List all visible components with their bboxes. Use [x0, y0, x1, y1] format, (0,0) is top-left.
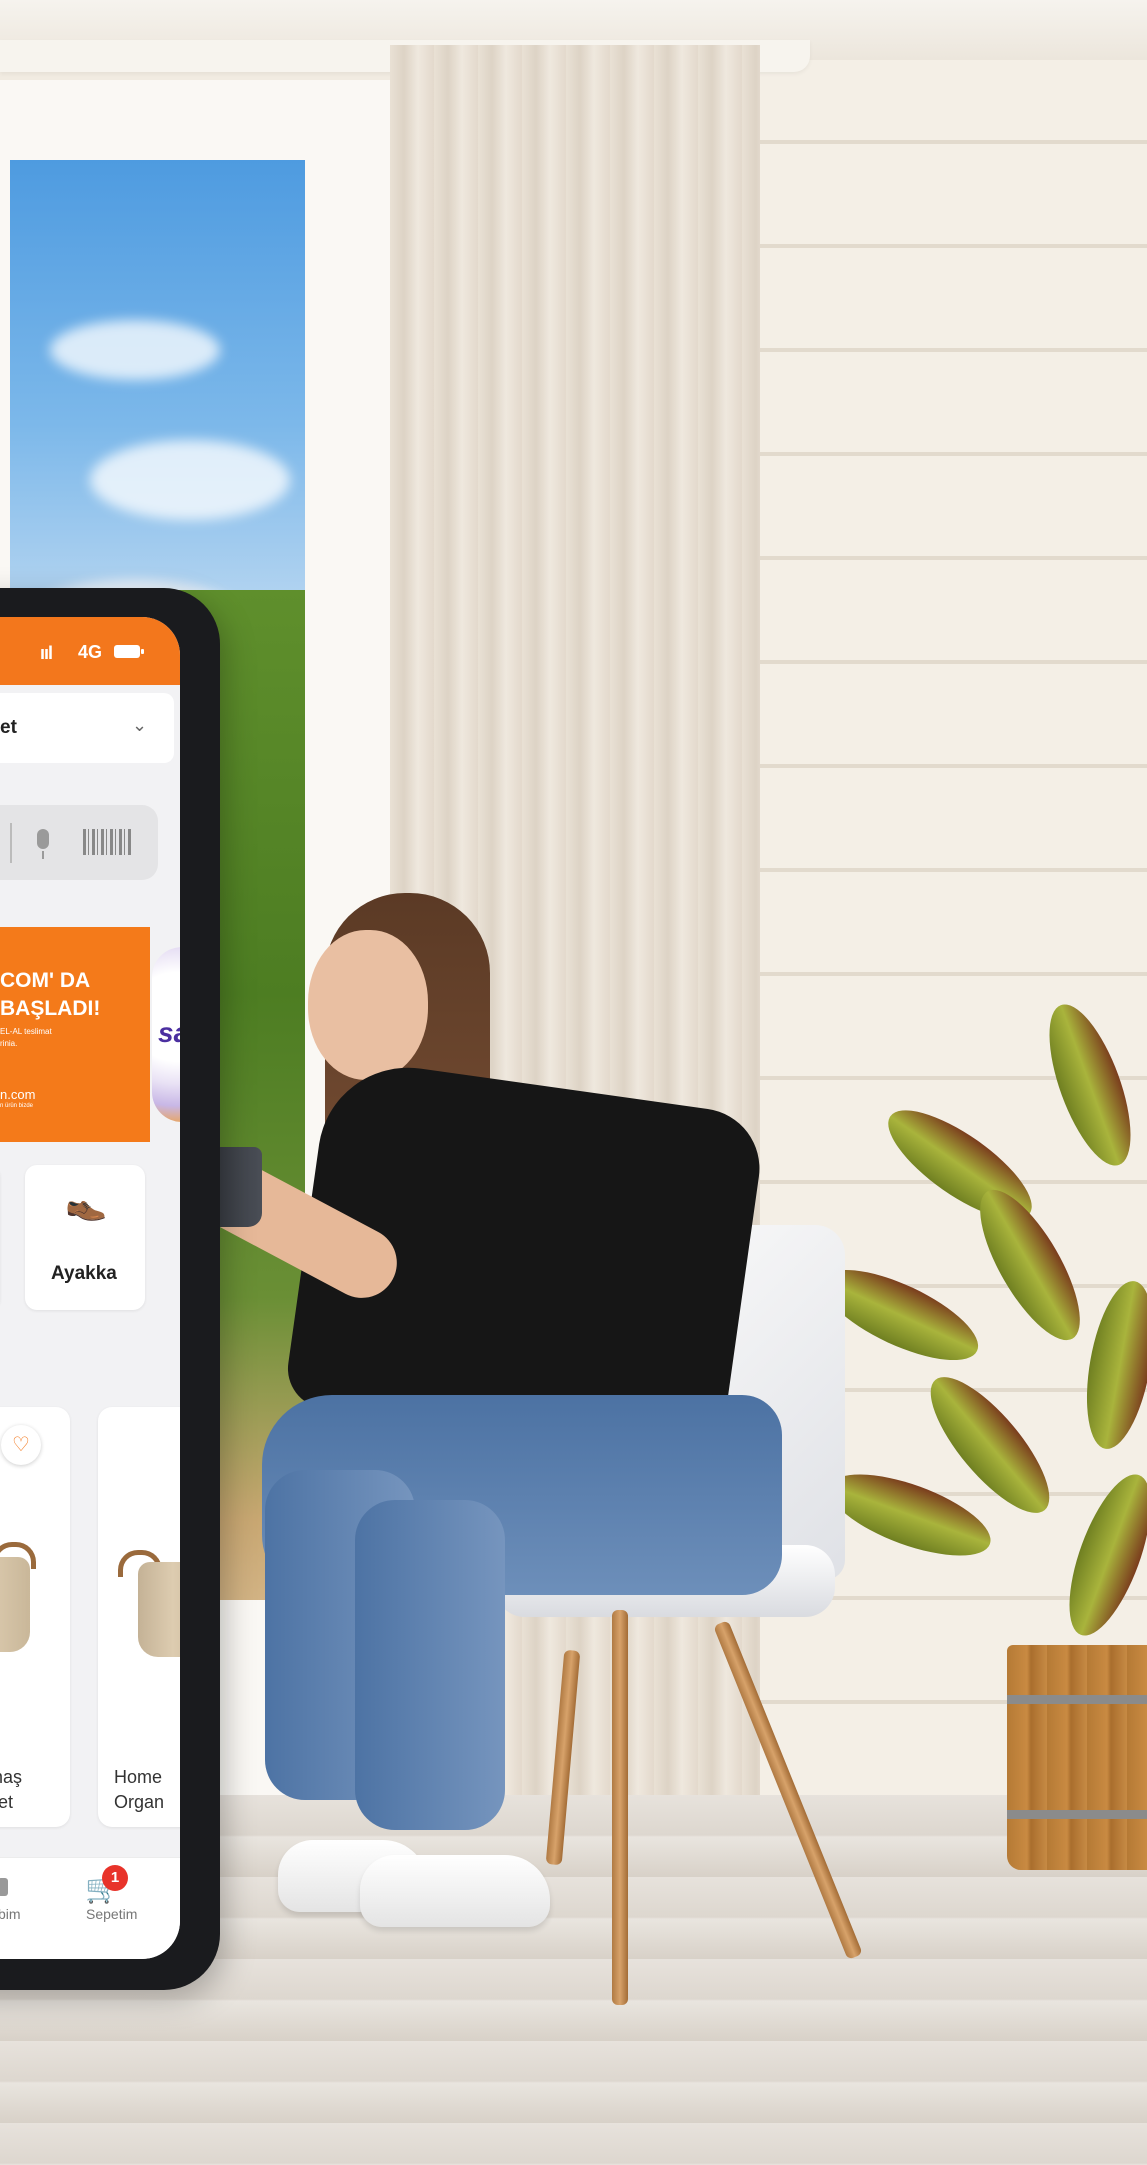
banner-secondary-text: satio: [158, 1017, 180, 1048]
product-card[interactable]: Home Organ: [98, 1407, 180, 1827]
network-label: 4G: [78, 642, 103, 662]
chevron-down-icon: ⌄: [132, 715, 148, 735]
nav-account-label[interactable]: bim: [0, 1906, 21, 1922]
category-card-shoes[interactable]: 👞 Ayakka: [25, 1165, 145, 1310]
address-selector[interactable]: et ⌄: [0, 693, 174, 763]
banner-tagline: n ürün bizde: [0, 1103, 34, 1109]
address-label: et: [0, 717, 17, 738]
bottom-nav: bim 🛒 1 Sepetim: [0, 1857, 180, 1959]
heart-icon[interactable]: ♡: [1, 1425, 41, 1465]
account-icon[interactable]: [0, 1878, 8, 1896]
banner-subtitle-line1: EL-AL teslimat: [0, 1027, 52, 1036]
plant-pot: [1007, 1645, 1147, 1870]
banner-url: n.com: [0, 1087, 36, 1102]
status-bar: ııl 4G: [0, 617, 180, 685]
shoe-icon: 👞: [65, 1184, 108, 1222]
nav-cart-label[interactable]: Sepetim: [86, 1906, 137, 1922]
product-name-line2: pet: [0, 1792, 14, 1812]
battery-icon: [114, 645, 144, 658]
product-image: [138, 1562, 180, 1657]
cart-badge: 1: [102, 1865, 128, 1891]
product-name-line2: Organ: [114, 1792, 165, 1812]
search-input[interactable]: [0, 805, 158, 880]
signal-icon: ııl: [40, 643, 53, 663]
product-card[interactable]: ♡ maş pet: [0, 1407, 70, 1827]
scene: ııl 4G et ⌄ COM' DA BAŞLADI! EL-AL tesli…: [0, 0, 1147, 2165]
banner-title-line1: COM' DA: [0, 969, 91, 992]
product-image: [0, 1557, 30, 1652]
product-name-line1: maş: [0, 1767, 23, 1787]
barcode-icon[interactable]: [83, 829, 133, 855]
search-divider: [10, 823, 12, 863]
product-name-line1: Home: [114, 1767, 163, 1787]
phone-screen: ııl 4G et ⌄ COM' DA BAŞLADI! EL-AL tesli…: [0, 617, 180, 1959]
banner-title-line2: BAŞLADI!: [0, 997, 101, 1020]
mic-icon[interactable]: [37, 829, 49, 859]
promo-banner[interactable]: COM' DA BAŞLADI! EL-AL teslimat rinia. n…: [0, 927, 150, 1142]
banner-subtitle-line2: rinia.: [0, 1039, 18, 1048]
category-label: Ayakka: [51, 1263, 117, 1284]
